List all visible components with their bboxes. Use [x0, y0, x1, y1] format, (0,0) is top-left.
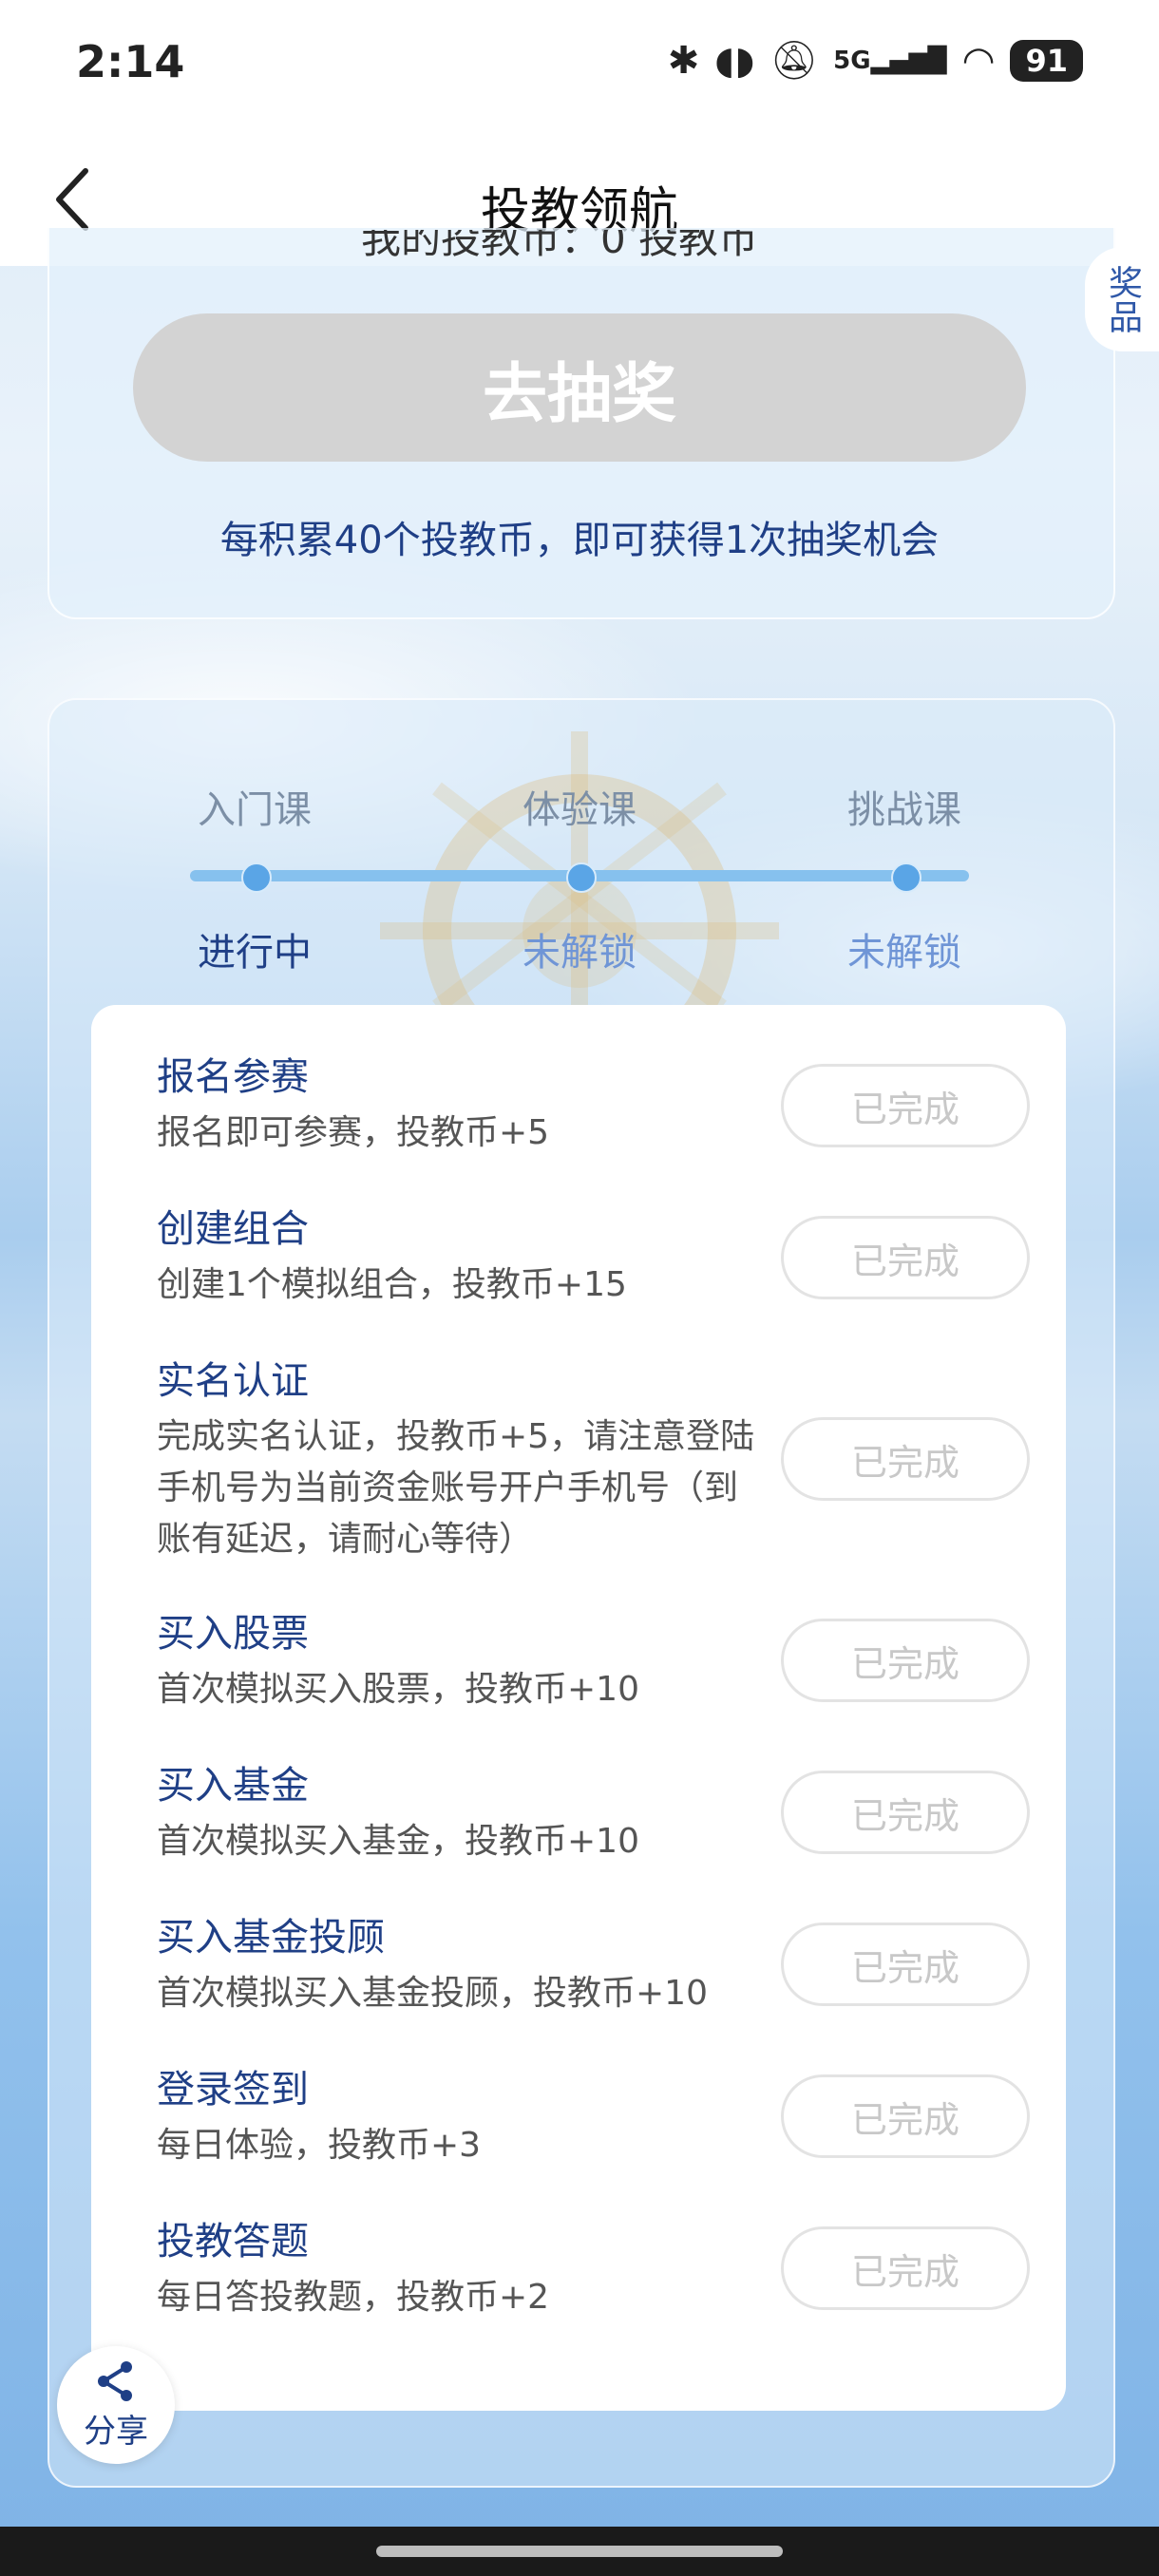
task-done-button[interactable]: 已完成: [781, 1216, 1030, 1299]
share-button[interactable]: 分享: [57, 2346, 175, 2464]
task-done-button[interactable]: 已完成: [781, 2074, 1030, 2158]
bluetooth-icon: ✱: [667, 38, 700, 83]
task-done-button[interactable]: 已完成: [781, 1417, 1030, 1501]
wifi-icon: ◠: [961, 38, 996, 83]
task-done-button[interactable]: 已完成: [781, 1064, 1030, 1147]
draw-tip: 每积累40个投教币，即可获得1次抽奖机会: [219, 519, 940, 562]
task-done-button[interactable]: 已完成: [781, 1619, 1030, 1702]
network-type: 5G: [833, 46, 871, 75]
task-desc: 完成实名认证，投教币+5，请注意登陆手机号为当前资金账号开户手机号（到账有延迟，…: [157, 1417, 755, 1559]
task-item-checkin: 登录签到 每日体验，投教币+3: [157, 2063, 765, 2171]
status-icons: ✱ ◖◗ 🔕︎ 5G▂▄▆█ ◠ 91: [668, 38, 1083, 83]
task-done-button[interactable]: 已完成: [781, 2226, 1030, 2310]
step-dot-challenge: [891, 862, 922, 893]
task-title: 买入股票: [157, 1612, 309, 1656]
task-item-buy-fund-advisory: 买入基金投顾 首次模拟买入基金投顾，投教币+10: [157, 1911, 765, 2019]
home-indicator[interactable]: [376, 2546, 783, 2557]
status-time: 2:14: [76, 36, 185, 87]
task-done-button[interactable]: 已完成: [781, 1923, 1030, 2006]
mute-icon: 🔕︎: [770, 39, 819, 83]
task-title: 登录签到: [157, 2068, 309, 2112]
step-dot-beginner: [241, 862, 272, 893]
share-label: 分享: [84, 2412, 148, 2451]
prize-tab[interactable]: 奖品: [1085, 247, 1159, 351]
earbuds-icon: ◖◗: [714, 38, 755, 83]
step-status-experience[interactable]: 未解锁: [484, 921, 674, 976]
step-dot-experience: [566, 862, 597, 893]
step-status-beginner[interactable]: 进行中: [160, 921, 350, 976]
task-title: 买入基金: [157, 1764, 309, 1808]
task-desc: 创建1个模拟组合，投教币+15: [157, 1265, 627, 1304]
task-item-register: 报名参赛 报名即可参赛，投教币+5: [157, 1051, 765, 1159]
task-desc: 首次模拟买入基金，投教币+10: [157, 1822, 639, 1861]
task-item-buy-fund: 买入基金 首次模拟买入基金，投教币+10: [157, 1759, 765, 1867]
coin-balance-text: 我的投教币：0 投教币: [361, 230, 759, 262]
task-item-buy-stock: 买入股票 首次模拟买入股票，投教币+10: [157, 1607, 765, 1715]
step-status-challenge[interactable]: 未解锁: [809, 921, 999, 976]
task-desc: 首次模拟买入股票，投教币+10: [157, 1670, 639, 1709]
task-desc: 每日体验，投教币+3: [157, 2126, 482, 2165]
task-desc: 首次模拟买入基金投顾，投教币+10: [157, 1974, 708, 2013]
task-title: 买入基金投顾: [157, 1916, 385, 1960]
5g-signal-icon: 5G▂▄▆█: [833, 46, 947, 75]
step-label-experience: 体验课: [522, 788, 636, 832]
task-title: 报名参赛: [157, 1055, 309, 1099]
task-desc: 报名即可参赛，投教币+5: [157, 1113, 550, 1152]
task-title: 实名认证: [157, 1359, 309, 1403]
status-bar: 2:14 ✱ ◖◗ 🔕︎ 5G▂▄▆█ ◠ 91: [0, 0, 1159, 133]
step-label-beginner: 入门课: [198, 788, 312, 832]
task-item-quiz: 投教答题 每日答投教题，投教币+2: [157, 2215, 765, 2323]
task-done-button[interactable]: 已完成: [781, 1771, 1030, 1854]
draw-button[interactable]: 去抽奖: [133, 313, 1026, 462]
task-item-create-portfolio: 创建组合 创建1个模拟组合，投教币+15: [157, 1203, 765, 1311]
task-desc: 每日答投教题，投教币+2: [157, 2278, 550, 2317]
step-label-challenge: 挑战课: [847, 788, 961, 832]
share-icon: [98, 2360, 132, 2401]
task-title: 创建组合: [157, 1207, 309, 1251]
battery-indicator: 91: [1010, 39, 1083, 82]
task-title: 投教答题: [157, 2220, 309, 2263]
task-item-verification: 实名认证 完成实名认证，投教币+5，请注意登陆手机号为当前资金账号开户手机号（到…: [157, 1354, 765, 1565]
